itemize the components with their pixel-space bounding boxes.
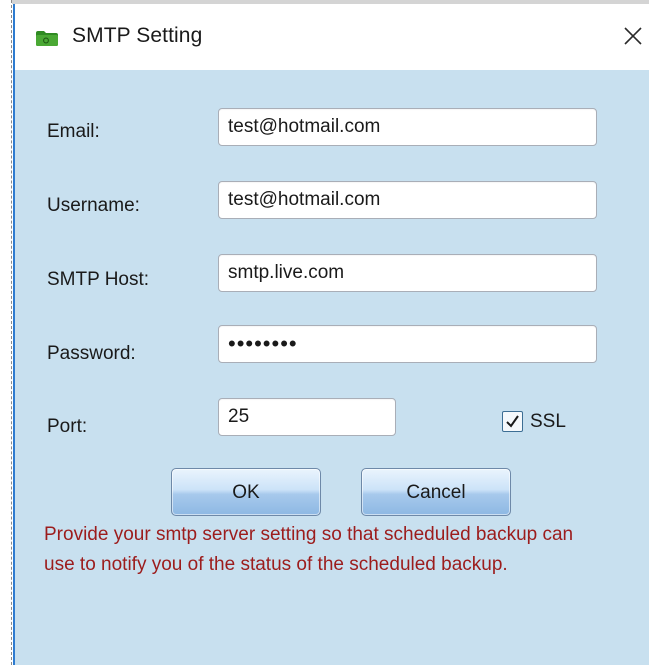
username-label: Username: bbox=[47, 195, 140, 216]
close-icon[interactable] bbox=[619, 22, 647, 50]
ok-button-label: OK bbox=[232, 481, 260, 503]
password-field[interactable] bbox=[218, 325, 597, 363]
dialog-body: Email: Username: SMTP Host: Password: Po… bbox=[15, 70, 649, 665]
port-field[interactable] bbox=[218, 398, 396, 436]
ok-button[interactable]: OK bbox=[171, 468, 321, 516]
checkmark-icon bbox=[506, 415, 519, 428]
dialog-title: SMTP Setting bbox=[72, 24, 203, 47]
smtp-host-field[interactable] bbox=[218, 254, 597, 292]
info-message: Provide your smtp server setting so that… bbox=[44, 524, 574, 575]
port-label: Port: bbox=[47, 416, 88, 437]
cancel-button-label: Cancel bbox=[406, 481, 466, 503]
title-bar[interactable]: SMTP Setting bbox=[15, 4, 649, 70]
ssl-checkbox[interactable] bbox=[502, 411, 523, 432]
email-label: Email: bbox=[47, 121, 100, 142]
ssl-label: SSL bbox=[530, 411, 566, 432]
password-label: Password: bbox=[47, 343, 136, 364]
smtp-setting-dialog: SMTP Setting Email: Username: SMTP Host:… bbox=[13, 4, 649, 665]
cancel-button[interactable]: Cancel bbox=[361, 468, 511, 516]
background-window-edge bbox=[0, 0, 12, 665]
folder-icon bbox=[36, 31, 58, 46]
username-field[interactable] bbox=[218, 181, 597, 219]
email-field[interactable] bbox=[218, 108, 597, 146]
smtp-host-label: SMTP Host: bbox=[47, 269, 150, 290]
